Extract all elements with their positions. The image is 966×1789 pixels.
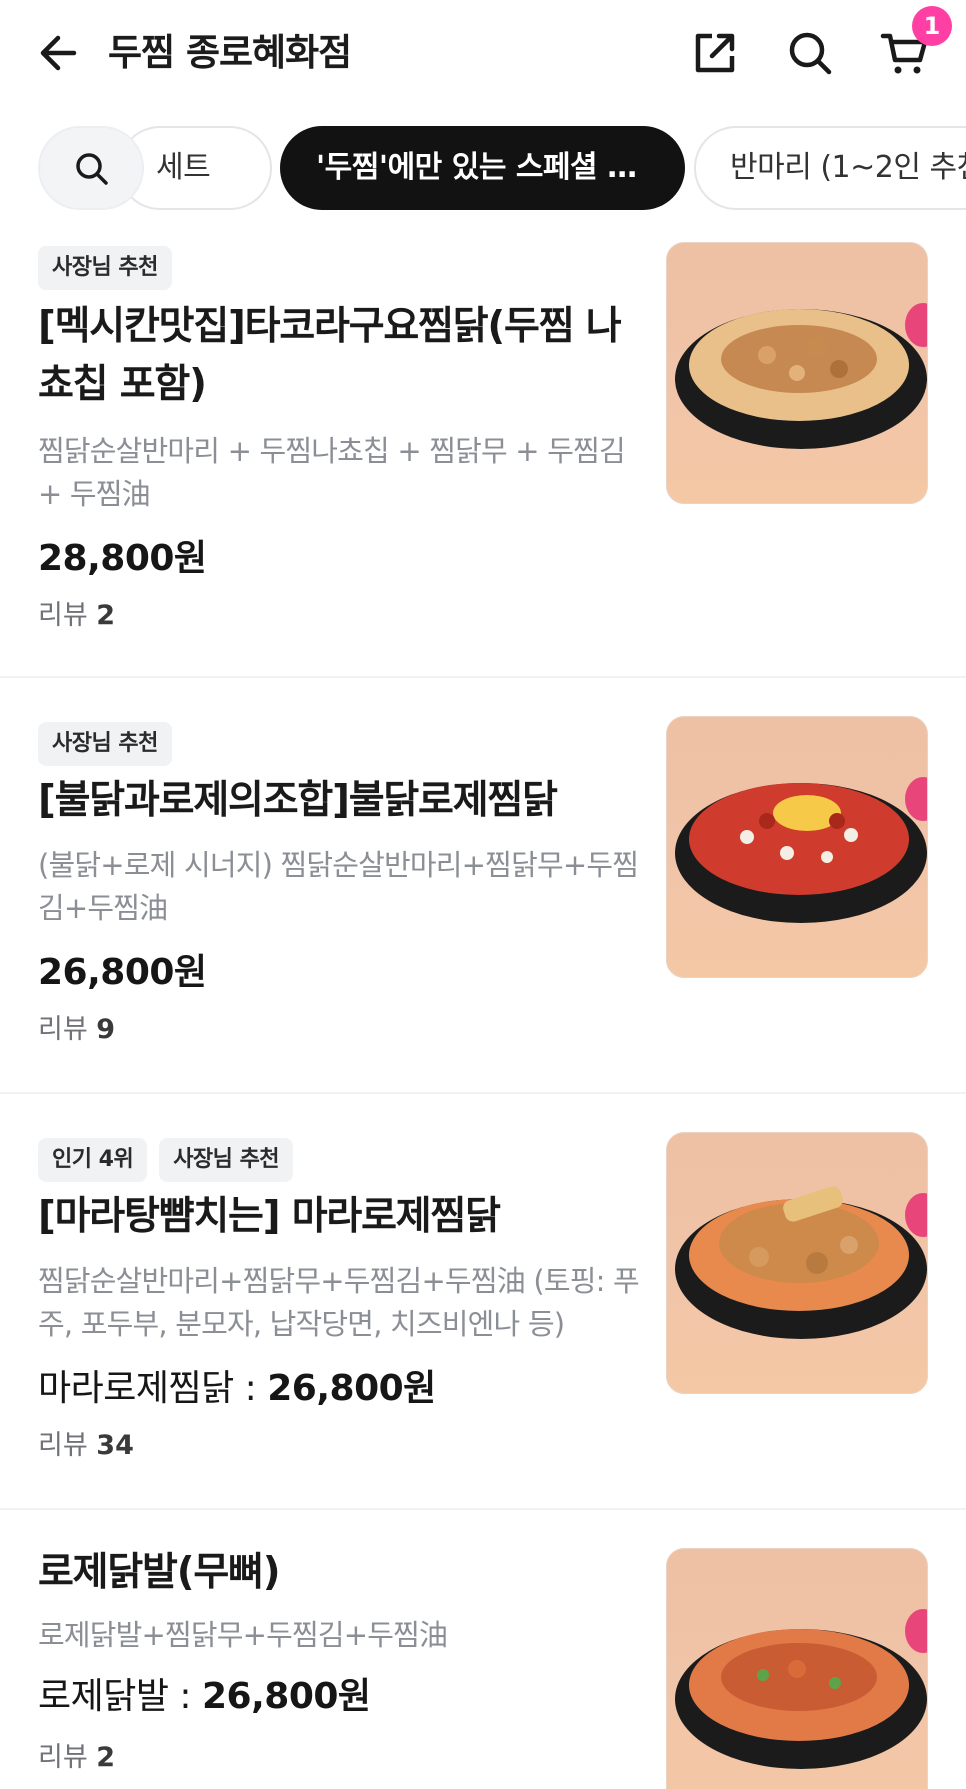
share-icon [695,33,735,73]
menu-item-description: 로제닭발+찜닭무+두찜김+두찜油 [38,1618,448,1652]
dish-rose-dakbal-image [666,1548,928,1789]
category-chip-label: '두찜'에만 있는 스페셜 … [316,150,637,185]
review-label: 리뷰 [38,1430,88,1461]
tag-recommended: 사장님 추천 [38,246,172,290]
menu-item-name: 로제닭발(무뼈) [38,1550,281,1595]
price-value: 28,800원 [38,538,207,579]
dish-illustration [675,783,927,923]
tag-list: 사장님 추천 [38,722,172,766]
dish-mala-rose-jjimdak-image [666,1132,928,1394]
review-label: 리뷰 [38,600,88,631]
top-app-bar: 두찜 종로혜화점 1 [0,0,966,110]
menu-item[interactable]: 로제닭발(무뼈) 로제닭발+찜닭무+두찜김+두찜油 로제닭발 : 26,800원… [0,1510,966,1789]
menu-item-description: 찜닭순살반마리 + 두찜나쵸칩 + 찜닭무 + 두찜김 + 두찜油 [38,434,626,511]
category-chip-half[interactable]: 반마리 (1~2인 추천) [694,126,966,210]
menu-item-description: (불닭+로제 시너지) 찜닭순살반마리+찜닭무+두찜김+두찜油 [38,848,639,925]
tag-list: 사장님 추천 [38,246,172,290]
search-icon [789,32,832,75]
share-button[interactable] [690,28,740,78]
page-title: 두찜 종로혜화점 [108,31,352,74]
menu-item-review: 리뷰 9 [38,1012,115,1048]
menu-item[interactable]: 사장님 추천 [불닭과로제의조합]불닭로제찜닭 (불닭+로제 시너지) 찜닭순살… [0,678,966,1094]
menu-item-price: 28,800원 [38,536,207,582]
dish-illustration [675,309,927,449]
menu-item-price: 26,800원 [38,950,207,996]
review-label: 리뷰 [38,1742,88,1773]
menu-search-chip[interactable] [38,126,144,210]
search-icon [76,153,108,185]
review-count: 2 [96,1742,116,1773]
search-button[interactable] [785,28,835,78]
tag-popular-rank: 인기 4위 [38,1138,148,1182]
menu-item-price: 로제닭발 : 26,800원 [38,1674,371,1720]
dish-illustration [675,1186,927,1339]
price-option-label: 로제닭발 : [38,1676,202,1717]
category-chip-special[interactable]: '두찜'에만 있는 스페셜 … [280,126,685,210]
dish-taco-ragu-jjimdak-image [666,242,928,504]
price-value: 26,800원 [202,1676,371,1717]
menu-item-review: 리뷰 2 [38,1740,115,1776]
review-count: 34 [96,1430,134,1461]
menu-item[interactable]: 인기 4위 사장님 추천 [마라탕뺨치는] 마라로제찜닭 찜닭순살반마리+찜닭무… [0,1094,966,1510]
tag-list: 인기 4위 사장님 추천 [38,1138,294,1182]
menu-item-name: [불닭과로제의조합]불닭로제찜닭 [38,778,558,823]
menu-item[interactable]: 사장님 추천 [멕시칸맛집]타코라구요찜닭(두찜 나쵸칩 포함) 찜닭순살반마리… [0,218,966,678]
menu-item-review: 리뷰 34 [38,1428,134,1464]
menu-item-description: 찜닭순살반마리+찜닭무+두찜김+두찜油 (토핑: 푸주, 포두부, 분모자, 납… [38,1264,640,1341]
tag-recommended: 사장님 추천 [159,1138,294,1182]
dish-illustration [675,1629,927,1769]
arrow-left-icon [40,35,77,71]
menu-item-review: 리뷰 2 [38,598,115,634]
cart-count-badge: 1 [912,6,952,46]
price-value: 26,800원 [267,1368,436,1409]
menu-item-price: 마라로제찜닭 : 26,800원 [38,1366,436,1412]
category-chip-label: 세트 [156,150,211,185]
category-chip-bar[interactable]: 세트 '두찜'에만 있는 스페셜 … 반마리 (1~2인 추천) [0,118,966,218]
review-count: 9 [96,1014,116,1045]
dish-buldak-rose-jjimdak-image [666,716,928,978]
back-button[interactable] [36,30,82,76]
menu-item-name: [멕시칸맛집]타코라구요찜닭(두찜 나쵸칩 포함) [38,304,622,407]
review-count: 2 [96,600,116,631]
menu-item-name: [마라탕뺨치는] 마라로제찜닭 [38,1194,501,1239]
review-label: 리뷰 [38,1014,88,1045]
category-chip-label: 반마리 (1~2인 추천) [730,150,966,185]
price-value: 26,800원 [38,952,207,993]
tag-recommended: 사장님 추천 [38,722,172,766]
price-option-label: 마라로제찜닭 : [38,1368,268,1409]
